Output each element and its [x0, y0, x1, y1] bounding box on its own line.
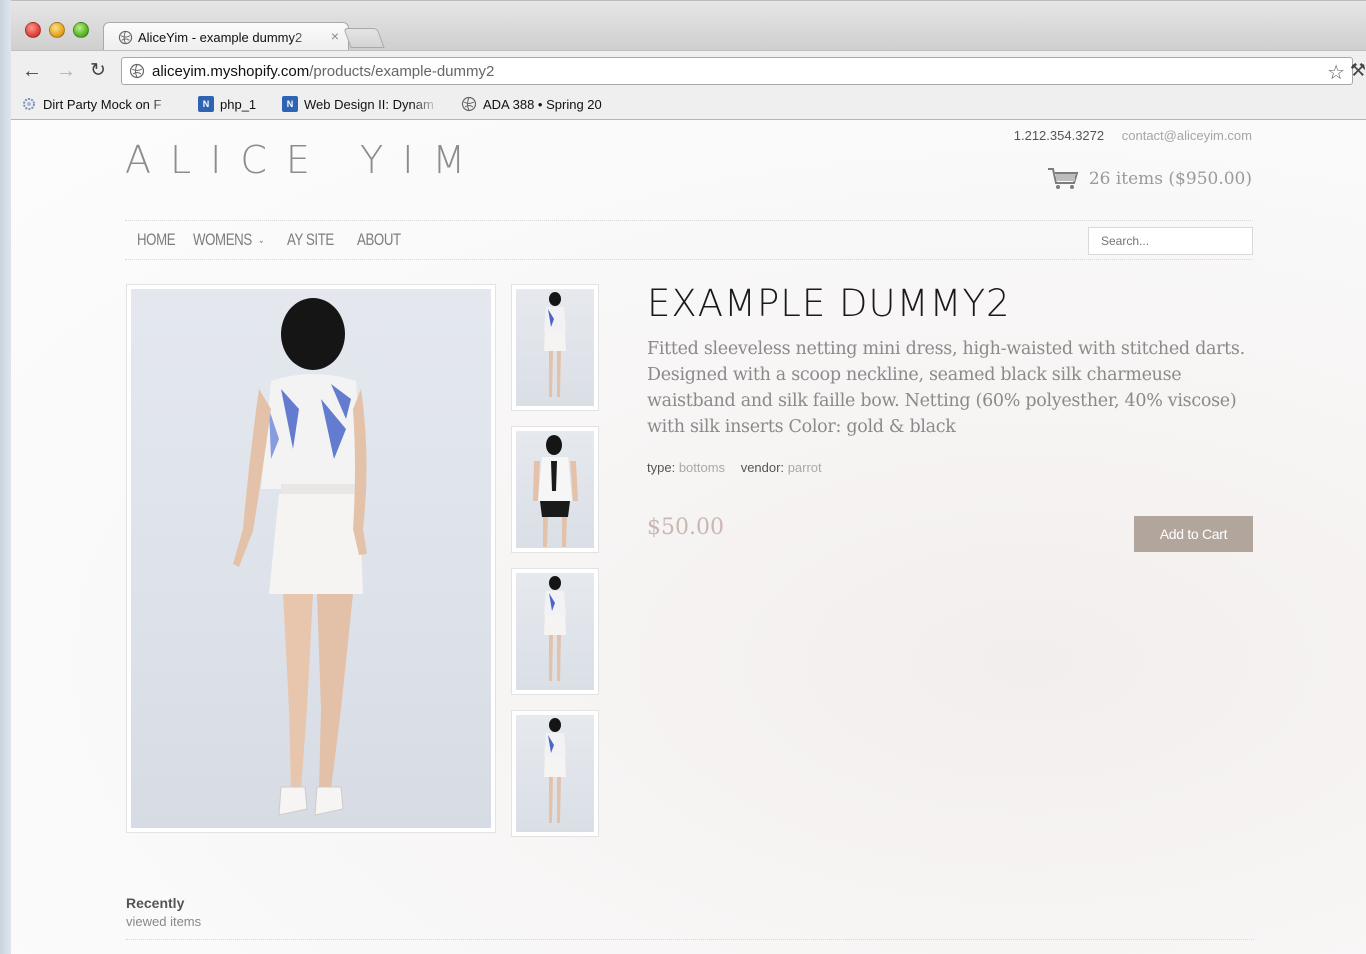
nav-about-link[interactable]: ABOUT: [357, 230, 401, 250]
thumbnail-photo: [516, 573, 594, 690]
browser-toolbar: ← → ↻ aliceyim.myshopify.com/products/ex…: [11, 50, 1366, 90]
viewed-items-label: viewed items: [126, 914, 202, 929]
blue-favicon-icon: N: [282, 96, 298, 112]
thumbnail-photo: [516, 289, 594, 406]
zoom-window-button[interactable]: [73, 22, 89, 38]
browser-chrome: AliceYim - example dummy2 × ← → ↻ alicey…: [11, 0, 1366, 120]
url-text[interactable]: aliceyim.myshopify.com/products/example-…: [152, 63, 494, 80]
globe-favicon-icon: [461, 96, 477, 112]
product-thumbnail[interactable]: [511, 284, 599, 411]
bookmark-label: ADA 388 • Spring 20: [483, 96, 602, 112]
product-main-image[interactable]: [126, 284, 496, 833]
new-tab-button[interactable]: [343, 28, 385, 48]
close-window-button[interactable]: [25, 22, 41, 38]
bookmark-item[interactable]: N Web Design II: Dynam: [282, 96, 439, 112]
product-title: EXAMPLE DUMMY2: [647, 282, 1011, 325]
tab-close-icon[interactable]: ×: [331, 28, 339, 44]
model-figure: [544, 576, 566, 681]
bookmark-label: php_1: [220, 96, 257, 112]
bookmark-item[interactable]: ADA 388 • Spring 20: [461, 96, 641, 112]
browser-tab-active[interactable]: AliceYim - example dummy2 ×: [103, 22, 349, 51]
product-thumbnail[interactable]: [511, 710, 599, 837]
product-thumbnail[interactable]: [511, 426, 599, 553]
url-path: /products/example-dummy2: [309, 63, 495, 80]
bookmark-label: Dirt Party Mock on F: [43, 96, 162, 112]
product-photo: [131, 289, 491, 828]
add-to-cart-button[interactable]: Add to Cart: [1134, 516, 1253, 552]
store-logo[interactable]: ALICE YIM: [125, 138, 484, 182]
bookmark-item[interactable]: Dirt Party Mock on F: [21, 96, 175, 112]
title-bar: AliceYim - example dummy2 ×: [11, 0, 1366, 51]
back-arrow-icon[interactable]: ←: [21, 60, 43, 82]
model-figure: [544, 292, 566, 397]
reload-icon[interactable]: ↻: [87, 60, 109, 82]
vendor-value-link[interactable]: parrot: [788, 460, 822, 475]
search-input[interactable]: [1088, 227, 1253, 255]
vendor-label: vendor:: [740, 460, 785, 475]
main-nav: HOME WOMENS ⌄ AY SITE ABOUT: [125, 220, 1253, 260]
email-link[interactable]: contact@aliceyim.com: [1122, 128, 1252, 143]
tab-title: AliceYim - example dummy2: [138, 30, 303, 45]
thumbnail-photo: [516, 431, 594, 548]
cart-summary: 26 items ($950.00): [1088, 169, 1252, 189]
contact-info: 1.212.354.3272 contact@aliceyim.com: [1014, 128, 1252, 143]
nav-womens-link[interactable]: WOMENS ⌄: [193, 230, 265, 250]
window-edge: [0, 0, 11, 954]
address-bar[interactable]: aliceyim.myshopify.com/products/example-…: [121, 57, 1353, 85]
page-info-icon[interactable]: [129, 63, 145, 79]
bookmark-star-icon[interactable]: ☆: [1327, 60, 1345, 85]
forward-arrow-icon[interactable]: →: [55, 60, 77, 82]
thumbnail-photo: [516, 715, 594, 832]
bookmark-label: Web Design II: Dynam: [304, 96, 434, 112]
minimize-window-button[interactable]: [49, 22, 65, 38]
phone-number: 1.212.354.3272: [1013, 128, 1105, 143]
nav-ay-site-link[interactable]: AY SITE: [287, 230, 334, 250]
nav-womens-label: WOMENS: [193, 230, 252, 249]
bookmark-item[interactable]: N php_1: [198, 96, 268, 112]
model-figure: [233, 298, 367, 816]
url-domain: aliceyim.myshopify.com: [152, 63, 310, 80]
model-figure: [533, 435, 578, 547]
cart-link[interactable]: 26 items ($950.00): [1047, 167, 1252, 191]
gear-favicon-icon: [23, 98, 35, 110]
recently-label: Recently: [126, 895, 185, 911]
blue-favicon-icon: N: [198, 96, 214, 112]
type-value-link[interactable]: bottoms: [679, 460, 725, 475]
shopping-cart-icon: [1047, 168, 1079, 189]
bookmarks-bar: Dirt Party Mock on F N php_1 N Web Desig…: [11, 90, 1366, 120]
product-thumbnail[interactable]: [511, 568, 599, 695]
wrench-menu-icon[interactable]: ⚒: [1350, 60, 1366, 81]
type-label: type:: [647, 460, 676, 475]
product-price: $50.00: [647, 515, 724, 540]
recently-viewed-heading: Recently viewed items: [126, 895, 201, 929]
product-description: Fitted sleeveless netting mini dress, hi…: [647, 339, 1245, 437]
chevron-down-icon: ⌄: [258, 235, 265, 247]
nav-home-link[interactable]: HOME: [137, 230, 176, 250]
web-page: ALICE YIM 1.212.354.3272 contact@aliceyi…: [11, 120, 1366, 954]
product-meta: type: bottoms vendor: parrot: [647, 460, 834, 475]
model-figure: [544, 718, 566, 823]
globe-icon: [118, 30, 133, 45]
divider: [126, 939, 1254, 940]
